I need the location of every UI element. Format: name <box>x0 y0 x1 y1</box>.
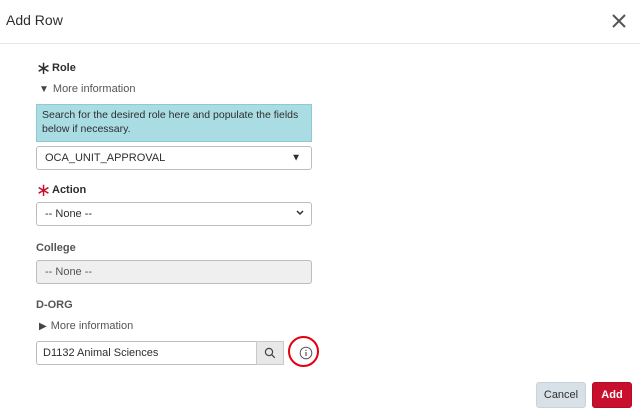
close-icon[interactable] <box>608 10 630 32</box>
dorg-more-information[interactable]: ▶ More information <box>39 320 133 332</box>
triangle-down-icon: ▼ <box>39 83 49 95</box>
dorg-label: D-ORG <box>36 299 73 311</box>
required-asterisk-icon: ∗ <box>36 179 52 200</box>
dorg-input[interactable]: D1132 Animal Sciences <box>36 341 256 365</box>
role-more-information-text: More information <box>52 83 136 95</box>
annotation-circle <box>288 336 319 367</box>
dorg-search-button[interactable] <box>256 341 284 365</box>
role-label-text: Role <box>52 62 76 74</box>
dorg-more-information-text: More information <box>50 320 134 332</box>
college-field: -- None -- <box>36 260 312 284</box>
college-label: College <box>36 242 76 254</box>
action-label: ∗ Action <box>36 179 87 200</box>
role-label: ∗ Role <box>36 57 76 78</box>
dialog-title: Add Row <box>6 12 63 28</box>
action-select-value: -- None -- <box>45 208 93 220</box>
triangle-right-icon: ▶ <box>39 320 47 332</box>
dorg-input-value: D1132 Animal Sciences <box>43 347 159 359</box>
college-value: -- None -- <box>45 266 93 278</box>
dialog-header: Add Row <box>0 0 640 44</box>
role-more-information[interactable]: ▼ More information <box>39 83 135 95</box>
action-label-text: Action <box>52 184 87 196</box>
required-asterisk-icon: ∗ <box>36 57 52 78</box>
chevron-down-icon <box>295 208 305 221</box>
role-select-value: OCA_UNIT_APPROVAL <box>45 152 166 164</box>
role-info-box: Search for the desired role here and pop… <box>36 104 312 142</box>
role-select[interactable]: OCA_UNIT_APPROVAL ▼ <box>36 146 312 170</box>
search-icon <box>264 347 276 359</box>
triangle-down-icon: ▼ <box>291 152 301 164</box>
cancel-button[interactable]: Cancel <box>536 382 586 408</box>
add-button[interactable]: Add <box>592 382 632 408</box>
action-select[interactable]: -- None -- <box>36 202 312 226</box>
